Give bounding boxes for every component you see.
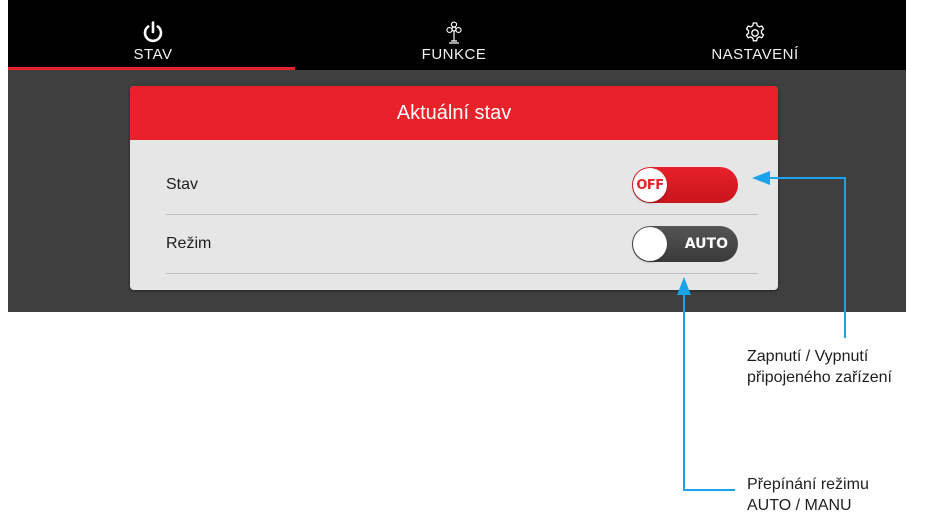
power-callout-arrow: [752, 171, 770, 185]
mode-annotation: Přepínání režimu AUTO / MANU: [747, 474, 869, 516]
annotation-line: Přepínání režimu: [747, 476, 869, 493]
annotation-line: Zapnutí / Vypnutí: [747, 348, 869, 365]
callout-lines: [677, 171, 846, 491]
power-callout-line: [770, 177, 846, 338]
power-annotation: Zapnutí / Vypnutí připojeného zařízení: [747, 346, 892, 388]
annotation-line: AUTO / MANU: [747, 497, 852, 514]
mode-callout-arrow: [677, 277, 691, 295]
mode-callout-line: [683, 293, 735, 491]
annotation-line: připojeného zařízení: [747, 369, 892, 386]
